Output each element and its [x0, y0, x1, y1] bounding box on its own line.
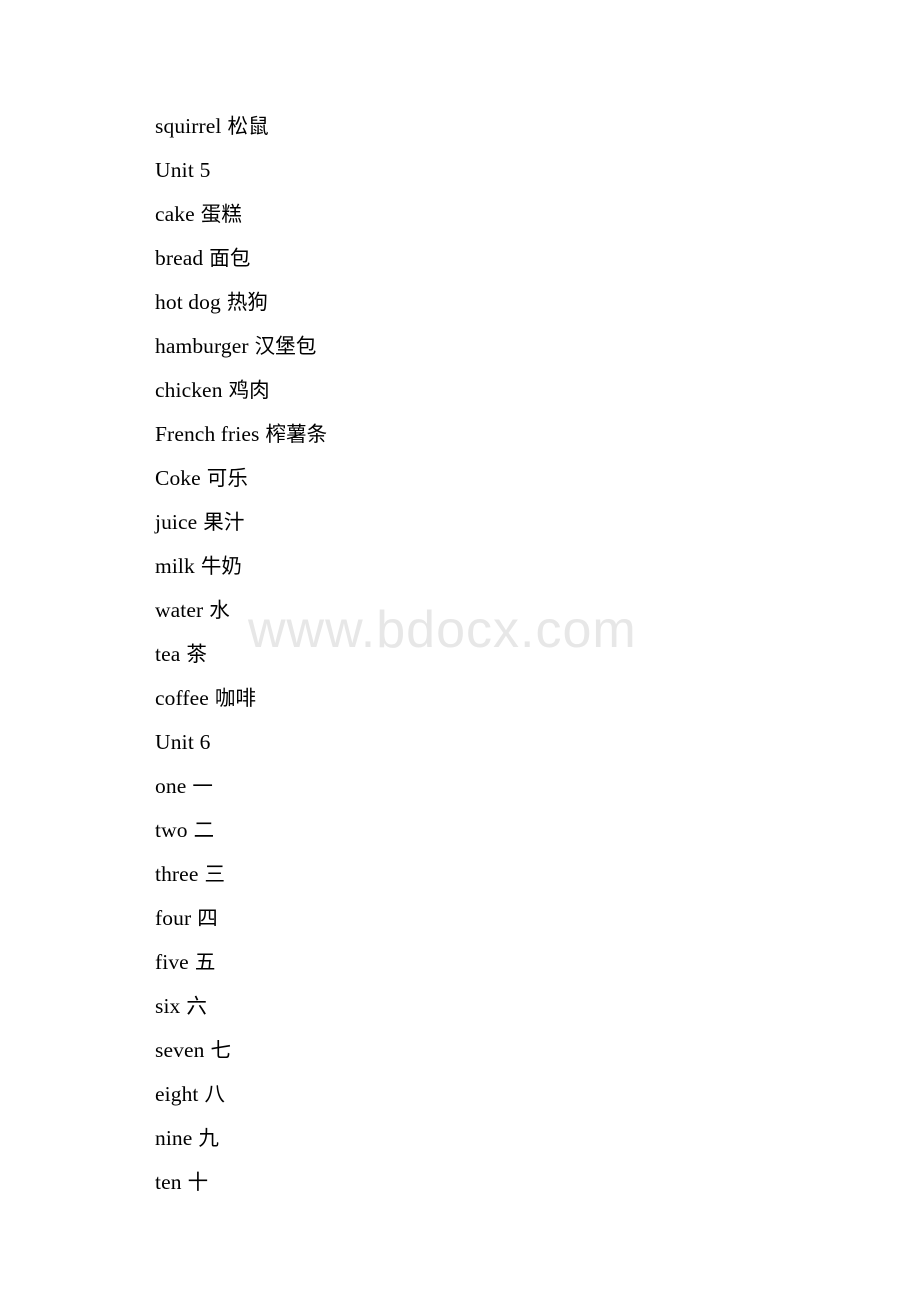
vocabulary-entry: juice 果汁: [155, 500, 855, 544]
unit-heading-label: Unit 6: [155, 730, 211, 754]
vocabulary-entry: coffee 咖啡: [155, 676, 855, 720]
vocabulary-term-english: nine: [155, 1126, 193, 1150]
vocabulary-term-english: four: [155, 906, 192, 930]
vocabulary-entry: one 一: [155, 764, 855, 808]
vocabulary-term-english: tea: [155, 642, 181, 666]
vocabulary-term-english: coffee: [155, 686, 209, 710]
vocabulary-entry: four 四: [155, 896, 855, 940]
vocabulary-entry: six 六: [155, 984, 855, 1028]
vocabulary-term-english: six: [155, 994, 181, 1018]
vocabulary-entry: nine 九: [155, 1116, 855, 1160]
vocabulary-entry: seven 七: [155, 1028, 855, 1072]
vocabulary-term-chinese: 八: [204, 1082, 226, 1106]
vocabulary-term-english: water: [155, 598, 204, 622]
vocabulary-term-english: cake: [155, 202, 195, 226]
vocabulary-term-chinese: 松鼠: [227, 114, 269, 138]
vocabulary-entry: three 三: [155, 852, 855, 896]
vocabulary-list: squirrel 松鼠 Unit 5 cake 蛋糕 bread 面包 hot dog 热狗 ha…: [155, 104, 855, 1204]
vocabulary-entry: cake 蛋糕: [155, 192, 855, 236]
vocabulary-term-chinese: 热狗: [226, 290, 269, 314]
vocabulary-term-chinese: 四: [197, 906, 218, 930]
unit-heading-label: Unit 5: [155, 158, 211, 182]
vocabulary-entry: two 二: [155, 808, 855, 852]
vocabulary-term-chinese: 十: [187, 1170, 209, 1194]
vocabulary-term-chinese: 汉堡包: [254, 334, 317, 358]
vocabulary-term-english: milk: [155, 554, 195, 578]
unit-heading: Unit 6: [155, 720, 855, 764]
vocabulary-entry: chicken 鸡肉: [155, 368, 855, 412]
vocabulary-entry: French fries 榨薯条: [155, 412, 855, 456]
vocabulary-term-english: French fries: [155, 422, 260, 446]
vocabulary-entry: bread 面包: [155, 236, 855, 280]
vocabulary-term-chinese: 咖啡: [214, 686, 257, 710]
vocabulary-entry: water 水: [155, 588, 855, 632]
vocabulary-entry: tea 茶: [155, 632, 855, 676]
vocabulary-term-english: bread: [155, 246, 204, 270]
vocabulary-term-english: seven: [155, 1038, 205, 1062]
vocabulary-term-chinese: 三: [204, 862, 226, 886]
vocabulary-term-english: Coke: [155, 466, 201, 490]
vocabulary-term-chinese: 榨薯条: [265, 422, 328, 446]
vocabulary-term-chinese: 鸡肉: [228, 378, 270, 402]
vocabulary-term-chinese: 九: [198, 1126, 220, 1150]
vocabulary-entry: ten 十: [155, 1160, 855, 1204]
vocabulary-term-english: hot dog: [155, 290, 221, 314]
vocabulary-term-chinese: 水: [209, 598, 230, 622]
vocabulary-term-english: three: [155, 862, 199, 886]
vocabulary-term-chinese: 蛋糕: [200, 202, 242, 226]
vocabulary-entry: five 五: [155, 940, 855, 984]
vocabulary-entry: milk 牛奶: [155, 544, 855, 588]
vocabulary-term-chinese: 六: [186, 994, 207, 1018]
vocabulary-term-chinese: 牛奶: [200, 554, 243, 578]
vocabulary-entry: eight 八: [155, 1072, 855, 1116]
vocabulary-term-english: two: [155, 818, 188, 842]
document-page: www.bdocx.com squirrel 松鼠 Unit 5 cake 蛋糕 brea…: [0, 0, 920, 1302]
vocabulary-term-chinese: 果汁: [203, 510, 245, 534]
vocabulary-term-chinese: 一: [192, 774, 213, 798]
vocabulary-term-chinese: 七: [210, 1038, 232, 1062]
vocabulary-term-english: chicken: [155, 378, 223, 402]
vocabulary-term-english: one: [155, 774, 187, 798]
vocabulary-entry: squirrel 松鼠: [155, 104, 855, 148]
vocabulary-entry: hamburger 汉堡包: [155, 324, 855, 368]
vocabulary-term-english: juice: [155, 510, 198, 534]
vocabulary-term-english: five: [155, 950, 189, 974]
vocabulary-term-chinese: 茶: [186, 642, 207, 666]
vocabulary-term-english: hamburger: [155, 334, 249, 358]
vocabulary-term-english: squirrel: [155, 114, 222, 138]
vocabulary-term-chinese: 五: [194, 950, 216, 974]
unit-heading: Unit 5: [155, 148, 855, 192]
vocabulary-term-english: ten: [155, 1170, 182, 1194]
vocabulary-term-chinese: 面包: [209, 246, 251, 270]
vocabulary-term-chinese: 二: [193, 818, 215, 842]
vocabulary-entry: hot dog 热狗: [155, 280, 855, 324]
vocabulary-term-english: eight: [155, 1082, 199, 1106]
vocabulary-entry: Coke 可乐: [155, 456, 855, 500]
vocabulary-term-chinese: 可乐: [206, 466, 248, 490]
